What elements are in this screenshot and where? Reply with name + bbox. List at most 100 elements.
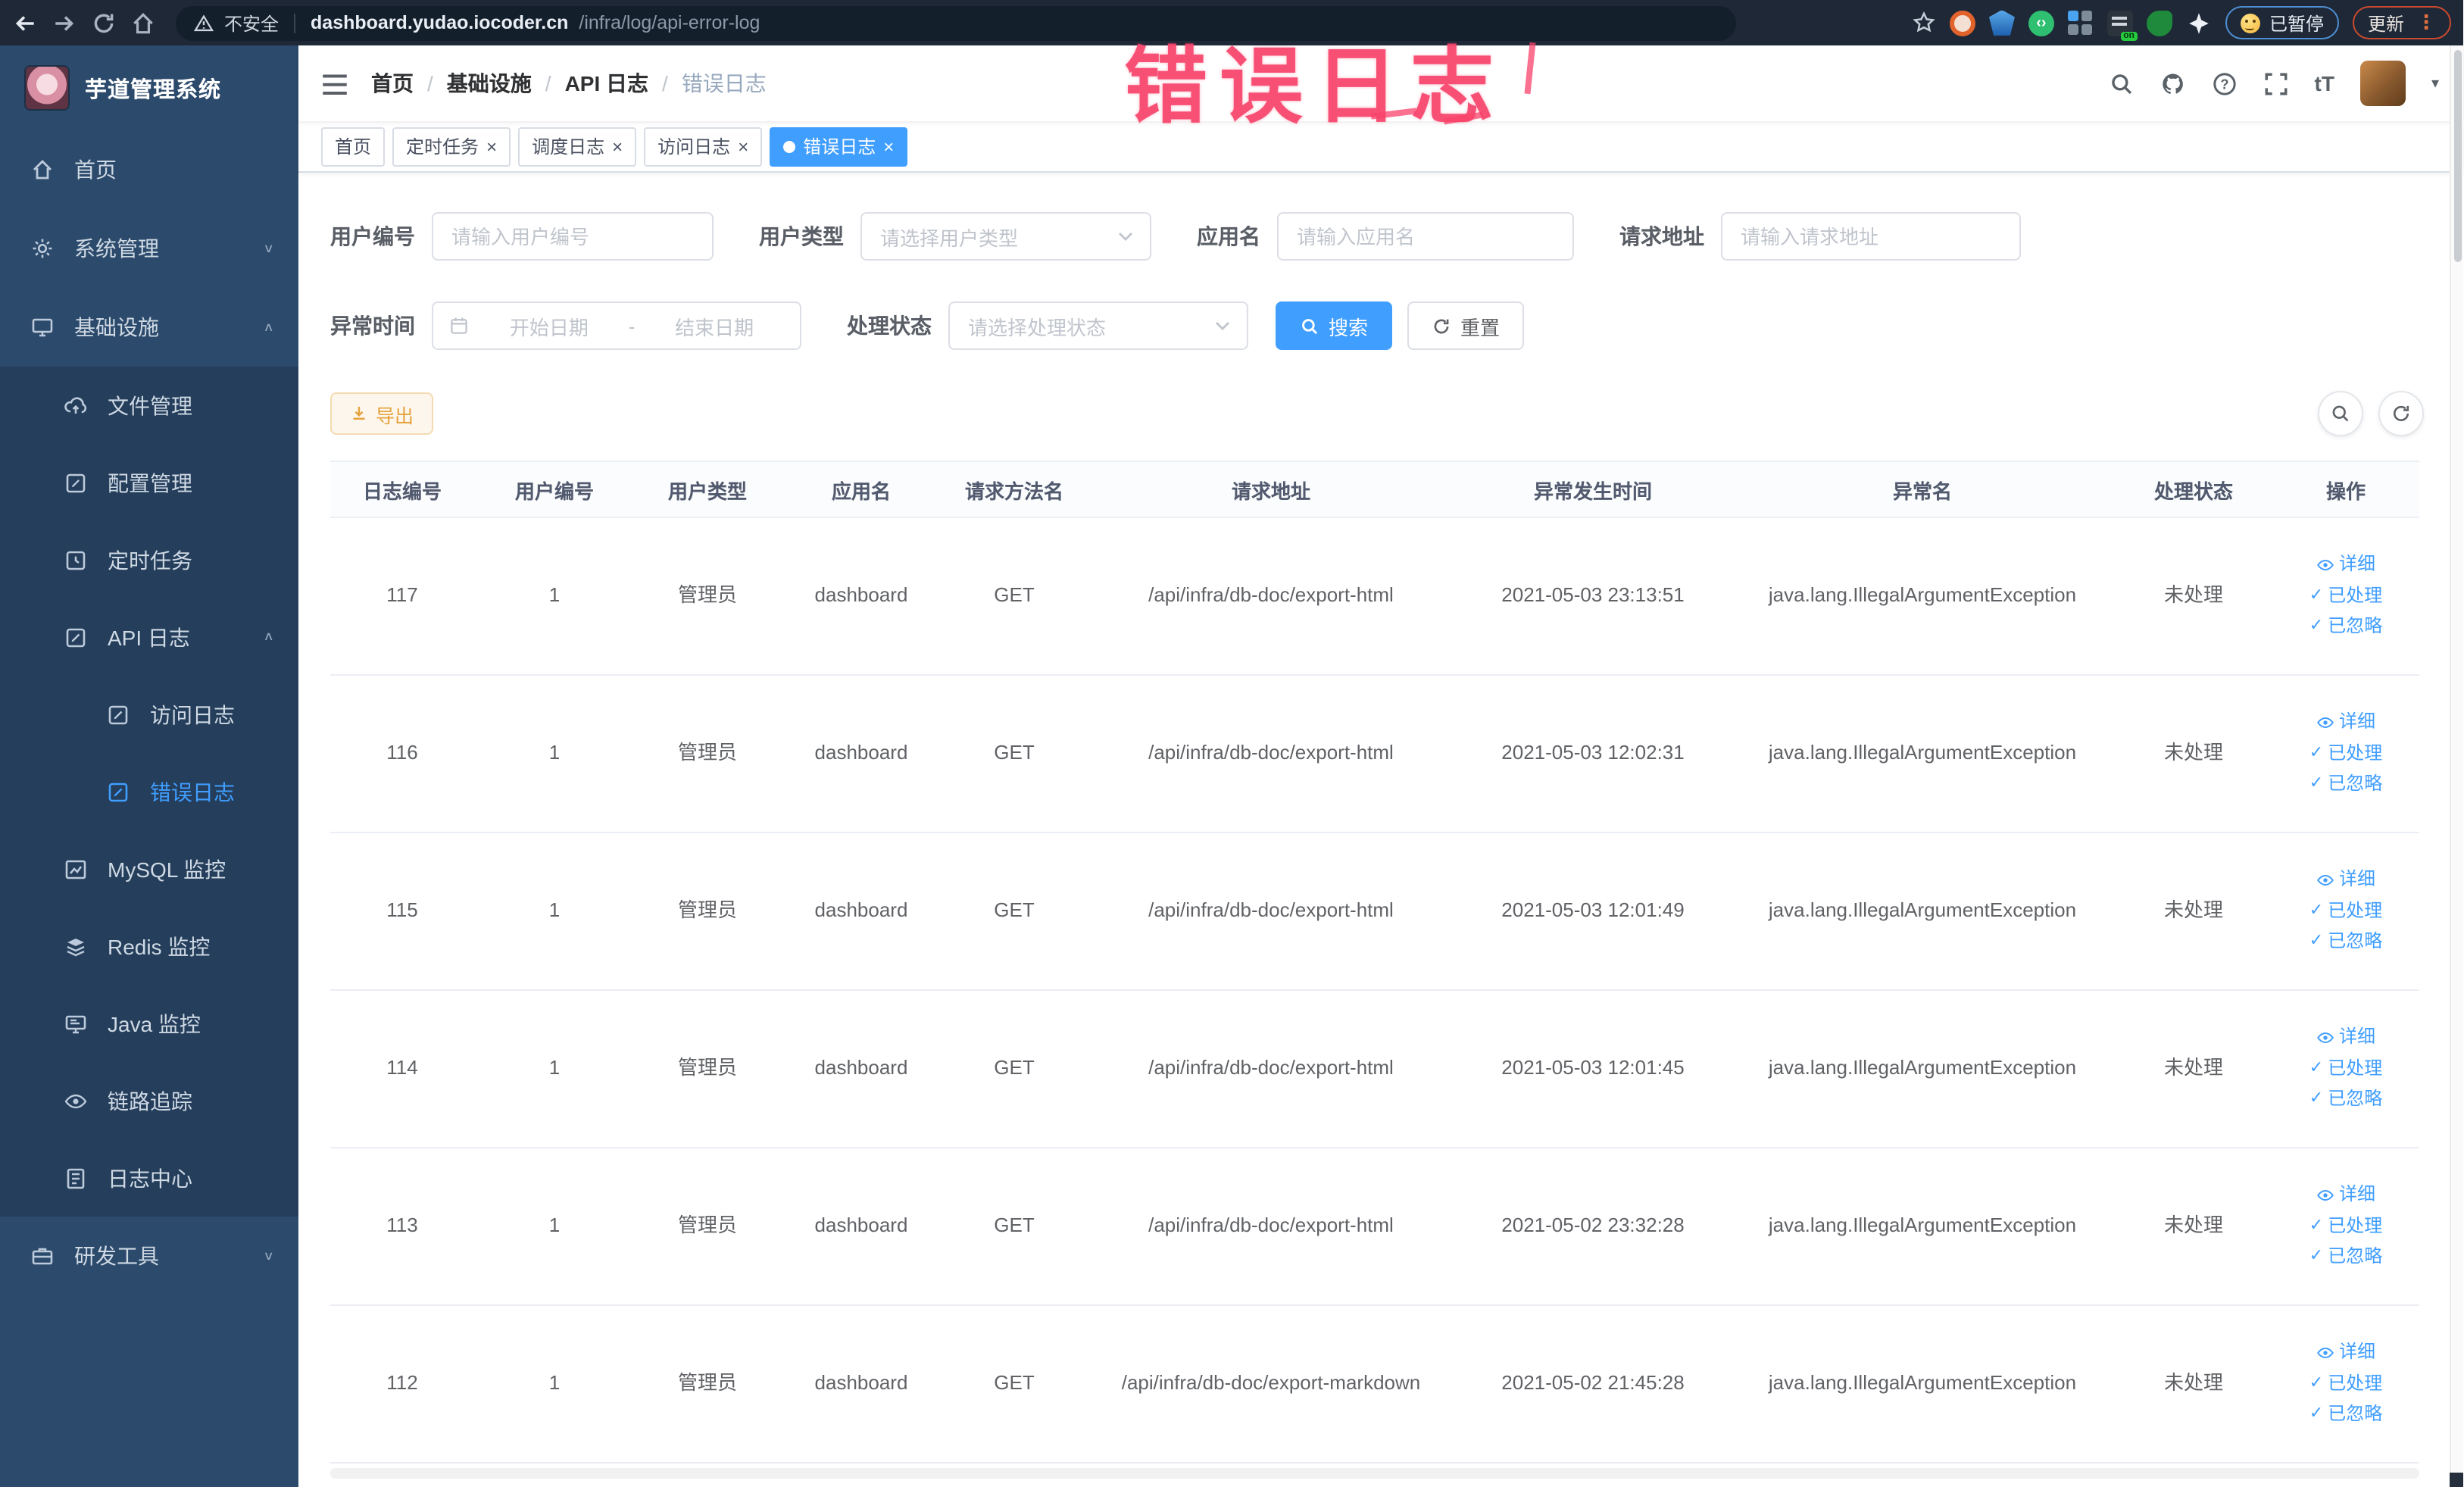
sidebar-item-dev-tools[interactable]: 研发工具 ∨ — [0, 1217, 298, 1295]
detail-link[interactable]: 详细 — [2316, 710, 2375, 736]
close-icon[interactable]: × — [486, 137, 497, 155]
github-icon[interactable] — [2160, 70, 2186, 96]
export-button[interactable]: 导出 — [330, 392, 434, 435]
mark-ignored-link[interactable]: ✓ 已忽略 — [2309, 771, 2382, 798]
sidebar-item-system[interactable]: 系统管理 ∨ — [0, 209, 298, 288]
bookmark-star-icon[interactable] — [1912, 11, 1936, 35]
sidebar-item-infra[interactable]: 基础设施 ∧ — [0, 288, 298, 367]
detail-link[interactable]: 详细 — [2316, 552, 2375, 579]
tab-access-log[interactable]: 访问日志 × — [644, 127, 763, 166]
reset-button[interactable]: 重置 — [1407, 301, 1525, 350]
sidebar-item-label: 系统管理 — [74, 236, 159, 261]
sidebar-item-label: Java 监控 — [108, 1011, 201, 1036]
detail-link[interactable]: 详细 — [2316, 1340, 2375, 1367]
tab-home[interactable]: 首页 — [321, 127, 386, 166]
extension-onoff-icon[interactable]: on — [2106, 10, 2138, 40]
sidebar-item-scheduled-jobs[interactable]: 定时任务 — [0, 521, 298, 598]
start-date-placeholder: 开始日期 — [509, 316, 589, 339]
home-icon[interactable] — [130, 10, 156, 36]
update-button[interactable]: 更新 ⋮ — [2352, 6, 2451, 39]
page-content: 用户编号 用户类型 请选择用户类型 应用名 请求地址 — [298, 173, 2463, 1487]
help-icon[interactable]: ? — [2212, 70, 2238, 96]
url-host[interactable]: dashboard.yudao.iocoder.cn — [311, 12, 568, 33]
toggle-search-button[interactable] — [2318, 391, 2363, 436]
browser-menu-icon[interactable]: ⋮ — [2416, 11, 2436, 35]
range-separator: - — [628, 314, 636, 337]
user-type-select[interactable]: 请选择用户类型 — [860, 212, 1151, 261]
sidebar-item-access-log[interactable]: 访问日志 — [0, 676, 298, 753]
refresh-icon — [1432, 316, 1451, 336]
sidebar-item-api-log[interactable]: API 日志 ∧ — [0, 598, 298, 676]
mark-processed-link[interactable]: ✓ 已处理 — [2309, 1214, 2382, 1240]
sidebar-item-label: API 日志 — [108, 625, 190, 649]
window-scrollbar[interactable] — [2450, 45, 2463, 1487]
app-name-label: 应用名 — [1197, 224, 1260, 248]
detail-link[interactable]: 详细 — [2316, 867, 2375, 894]
reload-icon[interactable] — [91, 10, 117, 36]
mark-ignored-link[interactable]: ✓ 已忽略 — [2309, 929, 2382, 955]
sidebar-item-log-center[interactable]: 日志中心 — [0, 1139, 298, 1217]
mark-processed-link[interactable]: ✓ 已处理 — [2309, 741, 2382, 767]
search-icon — [1300, 316, 1319, 336]
hamburger-icon[interactable] — [321, 72, 348, 95]
profile-paused-badge[interactable]: 已暂停 — [2225, 6, 2339, 39]
user-id-input[interactable] — [432, 212, 714, 261]
back-icon[interactable] — [12, 10, 38, 36]
mark-ignored-link[interactable]: ✓ 已忽略 — [2309, 614, 2382, 640]
extension-target-icon[interactable] — [1949, 10, 1975, 36]
tab-schedule-log[interactable]: 调度日志 × — [518, 127, 637, 166]
sidebar-item-redis-monitor[interactable]: Redis 监控 — [0, 908, 298, 985]
sidebar-item-mysql-monitor[interactable]: MySQL 监控 — [0, 830, 298, 908]
detail-link[interactable]: 详细 — [2316, 1182, 2375, 1209]
refresh-table-button[interactable] — [2378, 391, 2424, 436]
font-size-icon[interactable]: tT — [2315, 70, 2334, 96]
detail-link[interactable]: 详细 — [2316, 1025, 2375, 1051]
exception-name: java.lang.IllegalArgumentException — [1768, 898, 2077, 922]
address-bar[interactable]: 不安全 dashboard.yudao.iocoder.cn/infra/log… — [176, 5, 1736, 40]
log-id: 116 — [386, 741, 418, 764]
horizontal-scrollbar[interactable] — [330, 1468, 2419, 1479]
sidebar-item-label: 日志中心 — [108, 1166, 192, 1190]
breadcrumb-item[interactable]: API 日志 — [565, 68, 648, 98]
search-icon[interactable] — [2109, 70, 2135, 96]
close-icon[interactable]: × — [738, 137, 748, 155]
security-label[interactable]: 不安全 — [224, 10, 279, 36]
app-name-input[interactable] — [1277, 212, 1574, 261]
mark-processed-link[interactable]: ✓ 已处理 — [2309, 1371, 2382, 1398]
exception-time-range-picker[interactable]: 开始日期 - 结束日期 — [432, 301, 801, 350]
tab-error-log[interactable]: 错误日志 × — [770, 127, 908, 166]
url-path[interactable]: /infra/log/api-error-log — [579, 12, 760, 33]
sidebar-item-home[interactable]: 首页 — [0, 130, 298, 209]
forward-icon[interactable] — [52, 10, 77, 36]
avatar[interactable] — [2359, 61, 2406, 106]
scrollbar-thumb[interactable] — [2454, 50, 2462, 262]
mark-ignored-link[interactable]: ✓ 已忽略 — [2309, 1401, 2382, 1428]
breadcrumb-item[interactable]: 首页 — [371, 68, 414, 98]
search-button[interactable]: 搜索 — [1276, 301, 1393, 350]
extension-shield-icon[interactable] — [1988, 10, 2015, 36]
sidebar-item-file-manage[interactable]: 文件管理 — [0, 367, 298, 444]
extension-grid-icon[interactable] — [2067, 10, 2094, 36]
mark-processed-link[interactable]: ✓ 已处理 — [2309, 583, 2382, 610]
eye-icon — [2316, 1186, 2334, 1204]
logo-row[interactable]: 芋道管理系统 — [0, 45, 298, 130]
fullscreen-icon[interactable] — [2263, 70, 2289, 96]
extension-vue-icon[interactable]: ‹› — [2028, 10, 2054, 36]
mark-ignored-link[interactable]: ✓ 已忽略 — [2309, 1086, 2382, 1113]
close-icon[interactable]: × — [883, 137, 894, 155]
tab-scheduled-jobs[interactable]: 定时任务 × — [392, 127, 511, 166]
mark-processed-link[interactable]: ✓ 已处理 — [2309, 1056, 2382, 1082]
process-status-select[interactable]: 请选择处理状态 — [948, 301, 1248, 350]
sidebar-item-error-log[interactable]: 错误日志 — [0, 753, 298, 830]
mark-processed-link[interactable]: ✓ 已处理 — [2309, 898, 2382, 925]
caret-down-icon[interactable]: ▾ — [2431, 75, 2439, 92]
sidebar-item-java-monitor[interactable]: Java 监控 — [0, 985, 298, 1062]
extension-leaf-icon[interactable] — [2146, 10, 2172, 36]
extension-pinwheel-icon[interactable] — [2186, 10, 2212, 36]
sidebar-item-config-manage[interactable]: 配置管理 — [0, 444, 298, 521]
request-url-input[interactable] — [1721, 212, 2021, 261]
breadcrumb-item[interactable]: 基础设施 — [447, 68, 532, 98]
close-icon[interactable]: × — [612, 137, 623, 155]
sidebar-item-trace[interactable]: 链路追踪 — [0, 1062, 298, 1139]
mark-ignored-link[interactable]: ✓ 已忽略 — [2309, 1244, 2382, 1270]
